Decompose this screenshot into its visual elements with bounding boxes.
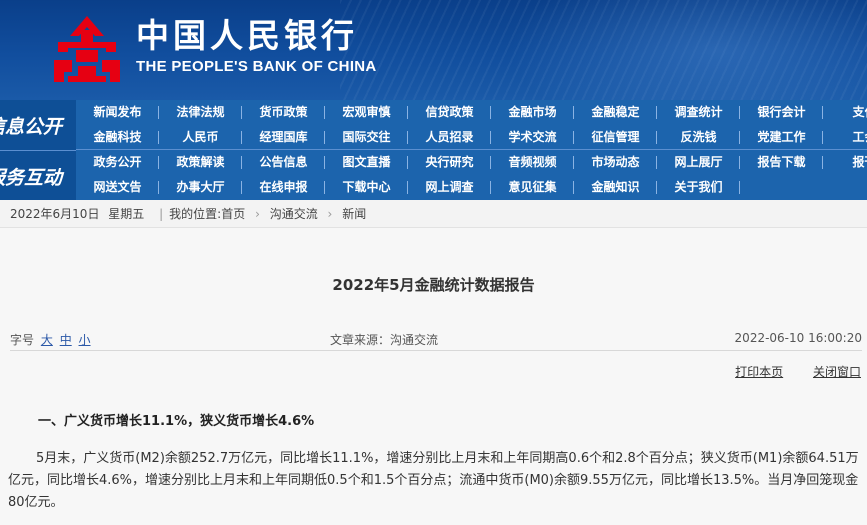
nav-item-financial-market[interactable]: 金融市场: [491, 100, 574, 125]
font-size-large-link[interactable]: 大: [41, 333, 53, 347]
nav-row-3: 政务公开 政策解读 公告信息 图文直播 央行研究 音频视频 市场动态 网上展厅 …: [76, 150, 867, 175]
nav-row-1: 新闻发布 法律法规 货币政策 宏观审慎 信贷政策 金融市场 金融稳定 调查统计 …: [76, 100, 867, 125]
article-datetime: 2022-06-10 16:00:20: [734, 331, 862, 345]
current-date: 2022年6月10日: [10, 207, 100, 221]
nav-section-label: 信息公开: [0, 116, 63, 138]
nav-item-bank-accounting[interactable]: 银行会计: [740, 100, 823, 125]
font-size-small-link[interactable]: 小: [79, 333, 91, 347]
breadcrumb-communication-link[interactable]: 沟通交流: [270, 207, 318, 221]
bank-name-en: THE PEOPLE'S BANK OF CHINA: [136, 58, 377, 75]
nav-item-recruitment[interactable]: 人员招录: [408, 125, 491, 150]
chevron-right-icon: ›: [327, 207, 333, 221]
nav-item-report-download[interactable]: 报告下载: [740, 150, 823, 175]
nav-item-policy-interpretation[interactable]: 政策解读: [159, 150, 242, 175]
banner-glow: [507, 0, 867, 100]
bank-name-cn: 中国人民银行: [136, 16, 358, 55]
site-banner: 中国人民银行 THE PEOPLE'S BANK OF CHINA: [0, 0, 867, 100]
article-paragraph: 5月末，广义货币(M2)余额252.7万亿元，同比增长11.1%，增速分别比上月…: [8, 451, 859, 510]
nav-item-financial-stability[interactable]: 金融稳定: [574, 100, 657, 125]
section-heading: 一、广义货币增长11.1%，狭义货币增长4.6%: [38, 414, 315, 429]
nav-item-monetary-policy[interactable]: 货币政策: [242, 100, 325, 125]
nav-item-download-center[interactable]: 下载中心: [325, 175, 408, 200]
current-weekday: 星期五: [108, 207, 145, 221]
print-page-link[interactable]: 打印本页: [735, 365, 783, 379]
article-source: 文章来源：沟通交流: [330, 333, 439, 347]
chevron-right-icon: ›: [255, 207, 260, 221]
nav-section-label: 服务互动: [0, 167, 63, 189]
nav-item-international[interactable]: 国际交往: [325, 125, 408, 150]
breadcrumb-news-link[interactable]: 新闻: [342, 207, 366, 221]
nav-item-laws[interactable]: 法律法规: [159, 100, 242, 125]
nav-item-publications[interactable]: 报刊: [823, 150, 867, 175]
font-size-medium-link[interactable]: 中: [60, 333, 72, 347]
nav-item-government-affairs[interactable]: 政务公开: [76, 150, 159, 175]
nav-item-fintech[interactable]: 金融科技: [76, 125, 159, 150]
page: 中国人民银行 THE PEOPLE'S BANK OF CHINA 信息公开 服…: [0, 0, 867, 525]
nav-item-treasury[interactable]: 经理国库: [242, 125, 325, 150]
article-tools: 打印本页 关闭窗口: [709, 363, 861, 380]
breadcrumb: 2022年6月10日 星期五 | 我的位置:首页 › 沟通交流 › 新闻: [0, 200, 867, 228]
nav-item-online-exhibition[interactable]: 网上展厅: [657, 150, 740, 175]
article: 2022年5月金融统计数据报告 字号 大 中 小 文章来源：沟通交流 2022-…: [0, 228, 867, 525]
nav-item-macroprudential[interactable]: 宏观审慎: [325, 100, 408, 125]
nav-item-notices[interactable]: 网送文告: [76, 175, 159, 200]
nav-item-research[interactable]: 央行研究: [408, 150, 491, 175]
nav-item-news-release[interactable]: 新闻发布: [76, 100, 159, 125]
main-navigation: 信息公开 服务互动 新闻发布 法律法规 货币政策 宏观审慎 信贷政策 金融市场 …: [0, 100, 867, 200]
nav-item-about-us[interactable]: 关于我们: [657, 175, 740, 200]
nav-item-financial-knowledge[interactable]: 金融知识: [574, 175, 657, 200]
nav-item-party-building[interactable]: 党建工作: [740, 125, 823, 150]
font-size-control: 字号 大 中 小: [10, 331, 91, 348]
nav-item-union[interactable]: 工会: [823, 125, 867, 150]
nav-item-announcements[interactable]: 公告信息: [242, 150, 325, 175]
nav-section-service-interaction[interactable]: 服务互动: [0, 150, 76, 200]
nav-item-credit-policy[interactable]: 信贷政策: [408, 100, 491, 125]
nav-item-statistics[interactable]: 调查统计: [657, 100, 740, 125]
nav-item-online-declaration[interactable]: 在线申报: [242, 175, 325, 200]
meta-divider: [10, 350, 862, 351]
article-title: 2022年5月金融统计数据报告: [332, 276, 535, 294]
font-size-label: 字号: [10, 333, 35, 347]
location-label: 我的位置:: [169, 207, 222, 221]
pboc-logo-icon[interactable]: [50, 14, 124, 84]
nav-item-payment[interactable]: 支付: [823, 100, 867, 125]
breadcrumb-separator: |: [159, 207, 164, 221]
nav-item-rmb[interactable]: 人民币: [159, 125, 242, 150]
nav-item-market-updates[interactable]: 市场动态: [574, 150, 657, 175]
nav-item-academic[interactable]: 学术交流: [491, 125, 574, 150]
nav-item-credit-reference[interactable]: 征信管理: [574, 125, 657, 150]
nav-item-live-broadcast[interactable]: 图文直播: [325, 150, 408, 175]
close-window-link[interactable]: 关闭窗口: [813, 365, 861, 379]
nav-item-anti-money-laundering[interactable]: 反洗钱: [657, 125, 740, 150]
nav-item-feedback[interactable]: 意见征集: [491, 175, 574, 200]
nav-item-service-hall[interactable]: 办事大厅: [159, 175, 242, 200]
nav-row-2: 金融科技 人民币 经理国库 国际交往 人员招录 学术交流 征信管理 反洗钱 党建…: [76, 125, 867, 150]
nav-item-audio-video[interactable]: 音频视频: [491, 150, 574, 175]
nav-item-online-survey[interactable]: 网上调查: [408, 175, 491, 200]
nav-section-info-disclosure[interactable]: 信息公开: [0, 100, 76, 150]
nav-row-4: 网送文告 办事大厅 在线申报 下载中心 网上调查 意见征集 金融知识 关于我们: [76, 175, 867, 200]
breadcrumb-home-link[interactable]: 首页: [221, 207, 245, 221]
article-meta: 字号 大 中 小 文章来源：沟通交流 2022-06-10 16:00:20: [10, 331, 862, 349]
